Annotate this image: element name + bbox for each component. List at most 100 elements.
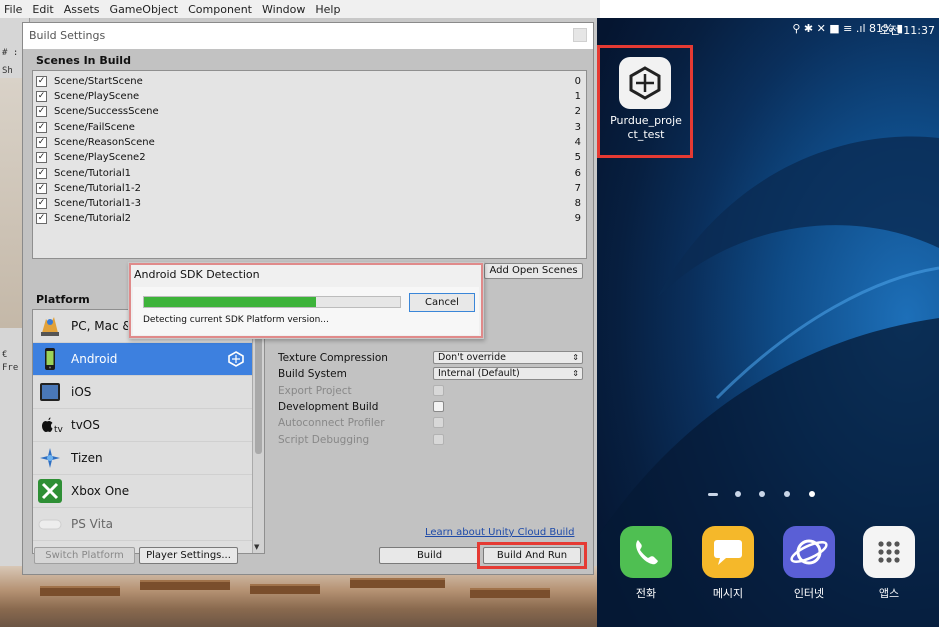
menu-assets[interactable]: Assets [64, 3, 100, 16]
platform-item-tvos[interactable]: tv tvOS [33, 409, 252, 442]
scene-index: 2 [574, 106, 581, 117]
scene-row[interactable]: ✓ Scene/SuccessScene 2 [33, 105, 586, 120]
platform-item-android[interactable]: Android [33, 343, 252, 376]
scene-row[interactable]: ✓ Scene/Tutorial1-2 7 [33, 182, 586, 197]
checkbox-checked-icon[interactable]: ✓ [36, 76, 47, 87]
development-build-checkbox[interactable] [433, 401, 444, 412]
messages-icon [702, 526, 754, 578]
platform-item-ios[interactable]: iOS [33, 376, 252, 409]
dock-app-messages[interactable]: 메시지 [698, 523, 758, 613]
android-home-screen: ⚲ ✱ ✕ ■ ≡ .ıl 81% ▮ 오전 11:37 Purdue_proj… [597, 18, 939, 627]
unity-cloud-build-link[interactable]: Learn about Unity Cloud Build [425, 527, 574, 538]
scene-name: Scene/ReasonScene [54, 137, 155, 148]
editor-left-text: Fre [2, 363, 19, 373]
checkbox-checked-icon[interactable]: ✓ [36, 152, 47, 163]
platform-label: PS Vita [71, 517, 114, 531]
export-project-checkbox[interactable] [433, 385, 444, 396]
development-build-label: Development Build [278, 401, 379, 413]
autoconnect-profiler-label: Autoconnect Profiler [278, 417, 385, 429]
checkbox-checked-icon[interactable]: ✓ [36, 213, 47, 224]
editor-left-text: # : [2, 48, 19, 58]
page-indicator [708, 488, 828, 500]
scenes-in-build-header: Scenes In Build [36, 54, 131, 67]
scene-view-image [0, 566, 597, 627]
page-dot [784, 491, 790, 497]
platform-item-ps-vita[interactable]: PS Vita [33, 508, 252, 541]
close-icon[interactable] [573, 28, 587, 42]
tvos-icon: tv [37, 412, 64, 438]
checkbox-checked-icon[interactable]: ✓ [36, 122, 47, 133]
platform-label: Android [71, 352, 118, 366]
classroom-desk [350, 578, 445, 588]
scene-row[interactable]: ✓ Scene/Tutorial1 6 [33, 167, 586, 182]
export-project-label: Export Project [278, 385, 352, 397]
status-time: 오전 11:37 [879, 24, 935, 37]
page-dot [708, 493, 718, 496]
sdk-dialog-body: Detecting current SDK Platform version..… [133, 287, 479, 335]
texture-compression-value: Don't override [438, 352, 506, 363]
build-and-run-button[interactable]: Build And Run [483, 547, 581, 564]
scene-index: 1 [574, 91, 581, 102]
platform-item-tizen[interactable]: Tizen [33, 442, 252, 475]
classroom-desk [250, 584, 320, 594]
menu-gameobject[interactable]: GameObject [110, 3, 179, 16]
platform-label: PC, Mac & [71, 319, 132, 333]
svg-text:tv: tv [54, 425, 63, 435]
platform-item-xbox-one[interactable]: Xbox One [33, 475, 252, 508]
dock-label: 앱스 [878, 587, 900, 600]
scene-name: Scene/Tutorial1 [54, 168, 131, 179]
checkbox-checked-icon[interactable]: ✓ [36, 137, 47, 148]
platform-list[interactable]: PC, Mac & Android iOS tv tvOS Tizen Xbox… [32, 309, 265, 554]
scene-index: 3 [574, 122, 581, 133]
player-settings-button[interactable]: Player Settings... [139, 547, 238, 564]
menu-edit[interactable]: Edit [32, 3, 53, 16]
cancel-button[interactable]: Cancel [409, 293, 475, 312]
scene-index: 7 [574, 183, 581, 194]
scene-name: Scene/StartScene [54, 76, 143, 87]
texture-compression-dropdown[interactable]: Don't override ⇕ [433, 351, 583, 364]
checkbox-checked-icon[interactable]: ✓ [36, 91, 47, 102]
script-debugging-checkbox[interactable] [433, 434, 444, 445]
pc-mac-linux-icon [37, 313, 63, 339]
build-settings-title: Build Settings [29, 29, 106, 42]
add-open-scenes-button[interactable]: Add Open Scenes [484, 263, 583, 279]
page-dot [735, 491, 741, 497]
menu-help[interactable]: Help [315, 3, 340, 16]
scene-row[interactable]: ✓ Scene/Tutorial2 9 [33, 212, 586, 227]
ps-vita-icon [37, 511, 63, 537]
scene-row[interactable]: ✓ Scene/StartScene 0 [33, 75, 586, 90]
checkbox-checked-icon[interactable]: ✓ [36, 198, 47, 209]
platform-scrollbar[interactable]: ▼ [252, 310, 264, 553]
scroll-down-arrow-icon[interactable]: ▼ [254, 543, 259, 551]
checkbox-checked-icon[interactable]: ✓ [36, 183, 47, 194]
status-bar: ⚲ ✱ ✕ ■ ≡ .ıl 81% ▮ 오전 11:37 [597, 18, 939, 40]
scene-name: Scene/PlayScene [54, 91, 140, 102]
scene-index: 0 [574, 76, 581, 87]
dropdown-arrow-icon: ⇕ [572, 369, 579, 378]
dock-app-apps[interactable]: 앱스 [859, 523, 919, 613]
scene-row[interactable]: ✓ Scene/Tutorial1-3 8 [33, 197, 586, 212]
build-settings-title-bar[interactable]: Build Settings [23, 23, 593, 49]
sdk-progress-bar [143, 296, 401, 308]
editor-left-text: Sh [2, 66, 13, 76]
scene-row[interactable]: ✓ Scene/PlayScene2 5 [33, 151, 586, 166]
build-system-dropdown[interactable]: Internal (Default) ⇕ [433, 367, 583, 380]
dock-app-phone[interactable]: 전화 [616, 523, 676, 613]
switch-platform-button[interactable]: Switch Platform [34, 547, 135, 564]
menu-window[interactable]: Window [262, 3, 305, 16]
scene-row[interactable]: ✓ Scene/FailScene 3 [33, 121, 586, 136]
sdk-dialog-title: Android SDK Detection [134, 268, 260, 281]
autoconnect-profiler-checkbox[interactable] [433, 417, 444, 428]
scenes-in-build-list[interactable]: ✓ Scene/StartScene 0 ✓ Scene/PlayScene 1… [32, 70, 587, 259]
platform-label: Tizen [71, 451, 103, 465]
checkbox-checked-icon[interactable]: ✓ [36, 168, 47, 179]
menu-component[interactable]: Component [188, 3, 252, 16]
menu-file[interactable]: File [4, 3, 22, 16]
scene-row[interactable]: ✓ Scene/PlayScene 1 [33, 90, 586, 105]
checkbox-checked-icon[interactable]: ✓ [36, 106, 47, 117]
build-button[interactable]: Build [379, 547, 480, 564]
dock-app-internet[interactable]: 인터넷 [779, 523, 839, 613]
scene-row[interactable]: ✓ Scene/ReasonScene 4 [33, 136, 586, 151]
tizen-icon [37, 445, 63, 471]
dock-label: 인터넷 [793, 587, 825, 600]
